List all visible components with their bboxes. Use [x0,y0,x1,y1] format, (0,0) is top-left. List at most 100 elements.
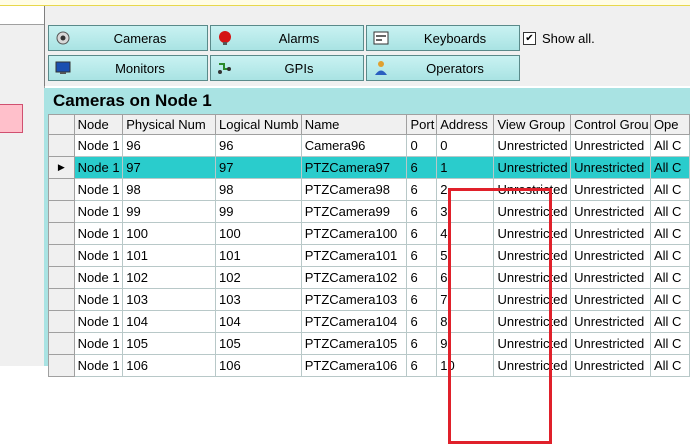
table-cell[interactable]: Unrestricted [493,310,572,333]
table-cell[interactable]: 9 [436,332,495,355]
table-row[interactable]: Node 1 101 101 PTZCamera101 6 5 Unrestricted Un… [48,244,690,267]
table-cell[interactable]: 6 [406,288,438,311]
left-pane-marker[interactable] [0,104,23,133]
table-cell[interactable]: Node 1 [73,200,124,223]
table-cell[interactable]: 6 [406,244,438,267]
table-cell[interactable]: Node 1 [73,310,124,333]
table-cell[interactable]: PTZCamera98 [300,178,408,201]
table-cell[interactable]: 101 [122,244,217,267]
table-cell[interactable]: 2 [436,178,495,201]
table-row[interactable]: Node 1 105 105 PTZCamera105 6 9 Unrestricted Un… [48,332,690,355]
table-cell[interactable]: PTZCamera99 [300,200,408,223]
row-header[interactable] [48,134,75,157]
table-cell[interactable]: 8 [436,310,495,333]
table-row[interactable]: ▶ Node 1 97 97 PTZCamera97 6 1 Unrestricted Unre… [48,156,690,179]
table-cell[interactable]: 100 [215,222,302,245]
table-cell[interactable]: 103 [215,288,302,311]
row-header[interactable] [48,178,75,201]
column-header[interactable]: Ope [649,114,690,135]
table-cell[interactable]: All C [649,134,690,157]
table-cell[interactable]: Unrestricted [570,222,651,245]
table-cell[interactable]: 97 [122,156,217,179]
table-cell[interactable]: 6 [406,310,438,333]
table-cell[interactable]: Unrestricted [570,332,651,355]
table-cell[interactable]: 6 [406,200,438,223]
table-row[interactable]: Node 1 98 98 PTZCamera98 6 2 Unrestricted Unres… [48,178,690,201]
table-cell[interactable]: 6 [406,266,438,289]
alarms-button[interactable]: Alarms [210,25,364,51]
table-row[interactable]: Node 1 103 103 PTZCamera103 6 7 Unrestricted Un… [48,288,690,311]
table-cell[interactable]: 6 [406,178,438,201]
table-cell[interactable]: 99 [215,200,302,223]
table-cell[interactable]: 98 [122,178,217,201]
table-cell[interactable]: All C [649,178,690,201]
table-cell[interactable]: 6 [406,222,438,245]
table-cell[interactable]: Unrestricted [493,332,572,355]
table-cell[interactable]: PTZCamera103 [300,288,408,311]
column-header[interactable]: Address [436,114,495,135]
table-cell[interactable]: All C [649,310,690,333]
table-row[interactable]: Node 1 104 104 PTZCamera104 6 8 Unrestricted Un… [48,310,690,333]
table-cell[interactable]: 0 [436,134,495,157]
table-cell[interactable]: Unrestricted [493,222,572,245]
column-header[interactable]: Physical Num [122,114,217,135]
table-cell[interactable]: 102 [122,266,217,289]
show-all-checkbox[interactable]: ✔ Show all. [523,31,595,46]
table-cell[interactable]: 6 [436,266,495,289]
gpis-button[interactable]: GPIs [210,55,364,81]
table-cell[interactable]: 96 [122,134,217,157]
table-cell[interactable]: 100 [122,222,217,245]
row-header[interactable] [48,200,75,223]
table-cell[interactable]: Unrestricted [493,134,572,157]
table-cell[interactable]: Node 1 [73,222,124,245]
table-cell[interactable]: 6 [406,332,438,355]
table-row[interactable]: Node 1 99 99 PTZCamera99 6 3 Unrestricted Unres… [48,200,690,223]
row-header[interactable] [48,310,75,333]
checkmark-icon[interactable]: ✔ [523,32,536,45]
table-cell[interactable]: Unrestricted [570,310,651,333]
table-cell[interactable]: 98 [215,178,302,201]
table-cell[interactable]: 96 [215,134,302,157]
table-cell[interactable]: All C [649,332,690,355]
table-cell[interactable]: 104 [215,310,302,333]
column-header[interactable]: Node [73,114,124,135]
row-header[interactable]: ▶ [48,156,75,179]
table-cell[interactable]: Unrestricted [570,134,651,157]
table-cell[interactable]: 103 [122,288,217,311]
column-header[interactable]: Port [406,114,438,135]
table-cell[interactable]: 7 [436,288,495,311]
table-cell[interactable]: Node 1 [73,244,124,267]
table-cell[interactable]: PTZCamera104 [300,310,408,333]
table-cell[interactable]: 1 [436,156,495,179]
table-cell[interactable]: Node 1 [73,134,124,157]
table-row[interactable]: Node 1 96 96 Camera96 0 0 Unrestricted Unrestri… [48,134,690,157]
table-cell[interactable]: 99 [122,200,217,223]
table-cell[interactable]: 105 [215,332,302,355]
table-cell[interactable]: Unrestricted [493,266,572,289]
column-header[interactable]: Logical Numb [215,114,302,135]
row-header[interactable] [48,332,75,355]
keyboards-button[interactable]: Keyboards [366,25,520,51]
table-cell[interactable]: 102 [215,266,302,289]
table-cell[interactable]: 5 [436,244,495,267]
table-cell[interactable]: 0 [406,134,438,157]
table-cell[interactable]: Unrestricted [493,156,572,179]
table-cell[interactable]: PTZCamera101 [300,244,408,267]
column-header[interactable]: View Group [493,114,572,135]
table-cell[interactable]: Unrestricted [570,266,651,289]
table-row[interactable]: Node 1 100 100 PTZCamera100 6 4 Unrestricted Un… [48,222,690,245]
table-cell[interactable]: Node 1 [73,332,124,355]
table-cell[interactable]: 4 [436,222,495,245]
table-cell[interactable]: PTZCamera105 [300,332,408,355]
table-cell[interactable]: Unrestricted [493,178,572,201]
row-header[interactable] [48,222,75,245]
table-cell[interactable]: All C [649,222,690,245]
table-row[interactable]: Node 1 102 102 PTZCamera102 6 6 Unrestricted Un… [48,266,690,289]
table-cell[interactable]: Unrestricted [570,244,651,267]
column-header[interactable]: Name [300,114,408,135]
table-cell[interactable]: Unrestricted [493,200,572,223]
table-cell[interactable]: Unrestricted [493,244,572,267]
table-cell[interactable]: All C [649,288,690,311]
table-cell[interactable]: 105 [122,332,217,355]
table-cell[interactable]: Unrestricted [570,178,651,201]
